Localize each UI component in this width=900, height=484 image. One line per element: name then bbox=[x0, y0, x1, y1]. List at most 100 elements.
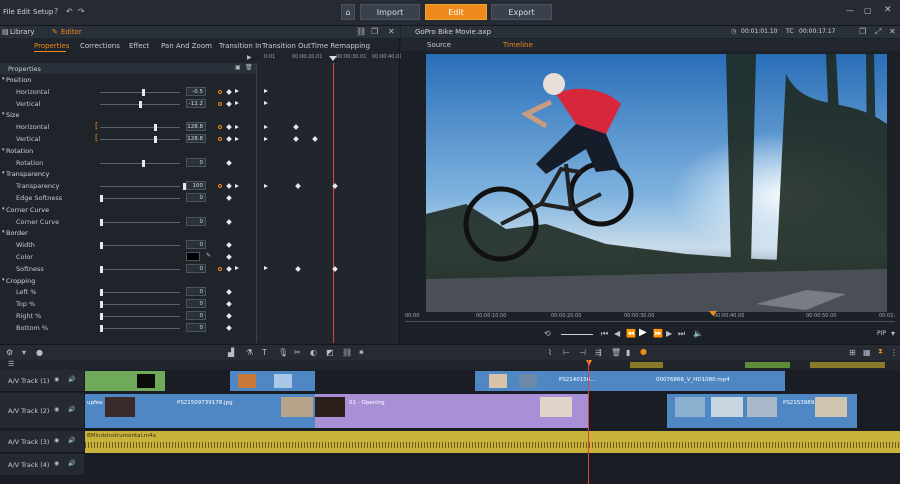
clip[interactable] bbox=[230, 371, 315, 391]
value-field[interactable]: -12.2 bbox=[186, 98, 206, 108]
timeline-playhead[interactable] bbox=[586, 360, 592, 366]
property-slider[interactable] bbox=[100, 100, 180, 108]
slider-knob[interactable] bbox=[142, 88, 145, 96]
property-slider[interactable] bbox=[100, 195, 180, 202]
trash-icon[interactable]: 🗑 bbox=[611, 348, 621, 357]
add-keyframe-icon[interactable] bbox=[226, 88, 232, 95]
property-category[interactable]: ▾ Position bbox=[0, 74, 256, 86]
clip[interactable]: 00076866_V_HD1080.mp4 bbox=[630, 371, 785, 391]
add-keyframe-icon[interactable] bbox=[226, 289, 232, 296]
clip[interactable]: upfee PS21509739178.jpg bbox=[85, 394, 315, 428]
value-field[interactable]: 128.8 bbox=[186, 134, 206, 143]
property-row[interactable]: Width 0 bbox=[0, 239, 256, 251]
keyframe-marker[interactable] bbox=[264, 89, 268, 94]
keyframe-marker[interactable] bbox=[264, 266, 268, 271]
playhead-marker[interactable] bbox=[329, 56, 337, 61]
next-keyframe-icon[interactable] bbox=[235, 136, 239, 141]
audio-mixer-icon[interactable]: ▟ bbox=[228, 348, 234, 357]
tab-import[interactable]: Import bbox=[360, 4, 420, 20]
copy-icon[interactable]: ❐ bbox=[859, 26, 866, 38]
property-row[interactable]: Horizontal -0.5 bbox=[0, 86, 268, 98]
timeline-ruler[interactable]: ☰ bbox=[0, 360, 900, 370]
property-row[interactable]: Horizontal 128.8 [ bbox=[0, 121, 299, 133]
volume-icon[interactable]: 🔈 bbox=[693, 329, 703, 338]
slider-knob[interactable] bbox=[100, 218, 103, 226]
keyframe-nav-icon[interactable] bbox=[218, 125, 222, 130]
keyframe-marker[interactable] bbox=[264, 183, 268, 188]
video-preview[interactable] bbox=[426, 54, 887, 312]
tab-edit[interactable]: Edit bbox=[425, 4, 487, 20]
add-keyframe-icon[interactable] bbox=[226, 324, 232, 331]
more-icon[interactable]: ⋮ bbox=[890, 348, 898, 357]
eyedropper-icon[interactable]: ✎ bbox=[206, 252, 211, 259]
value-field[interactable]: 0 bbox=[186, 263, 206, 273]
snap-icon[interactable]: ⊣ bbox=[579, 348, 586, 357]
redo-icon[interactable]: ↷ bbox=[78, 7, 85, 16]
chevron-down-icon[interactable]: ▾ bbox=[891, 329, 895, 338]
close-icon[interactable]: ✕ bbox=[884, 5, 892, 15]
keyframe-marker[interactable] bbox=[264, 124, 268, 129]
menu-setup[interactable]: Setup bbox=[33, 8, 53, 16]
property-row[interactable]: Vertical 128.8 [ bbox=[0, 133, 318, 145]
play-keyframes-icon[interactable]: ▶ bbox=[247, 54, 252, 61]
grid-icon[interactable]: ▦ bbox=[863, 348, 871, 357]
eye-icon[interactable]: ◉ bbox=[54, 460, 59, 467]
slider-knob[interactable] bbox=[100, 242, 103, 250]
preview-ruler[interactable]: 00:00 00:00:10.00 00:00:20.00 00:00:30.0… bbox=[401, 311, 900, 323]
property-slider[interactable] bbox=[100, 313, 180, 320]
restore-icon[interactable]: ▢ bbox=[864, 6, 872, 15]
record-icon[interactable]: ● bbox=[36, 348, 43, 357]
go-end-icon[interactable]: ⏭ bbox=[678, 329, 685, 339]
close-panel-icon[interactable]: ✕ bbox=[388, 26, 395, 38]
audio-clip[interactable]: BMindsInstrumental.m4a bbox=[85, 431, 900, 453]
slider-knob[interactable] bbox=[154, 124, 157, 132]
property-row[interactable]: Left % 0 bbox=[0, 286, 256, 298]
split-icon[interactable]: ✂ bbox=[294, 348, 301, 357]
property-category[interactable]: ▾ Transparency bbox=[0, 168, 256, 180]
keyframe-marker[interactable] bbox=[264, 101, 268, 106]
close-panel-icon[interactable]: ✕ bbox=[889, 26, 896, 38]
value-field[interactable]: 0 bbox=[186, 322, 206, 332]
property-row[interactable]: Bottom % 0 bbox=[0, 322, 256, 334]
settings-icon[interactable]: ✷ bbox=[358, 348, 365, 357]
value-field[interactable]: 0 bbox=[186, 193, 206, 202]
slider-knob[interactable] bbox=[142, 159, 145, 167]
next-keyframe-icon[interactable] bbox=[235, 266, 239, 271]
play-icon[interactable]: ▶ bbox=[639, 327, 647, 338]
track-list-icon[interactable]: ☰ bbox=[8, 360, 14, 368]
tab-library[interactable]: Library bbox=[10, 26, 34, 38]
tab-transition-out[interactable]: Transition Out bbox=[262, 42, 311, 50]
keyframe-marker[interactable] bbox=[295, 183, 301, 190]
property-row[interactable]: Right % 0 bbox=[0, 310, 256, 322]
property-row[interactable]: Corner Curve 0 bbox=[0, 216, 256, 228]
next-keyframe-icon[interactable] bbox=[235, 101, 239, 106]
trim-icon[interactable]: ⊢ bbox=[563, 348, 570, 357]
prev-frame-icon[interactable]: ◀ bbox=[614, 329, 620, 338]
shuttle-slider[interactable] bbox=[561, 334, 593, 335]
property-slider[interactable] bbox=[100, 289, 180, 297]
property-slider[interactable] bbox=[100, 124, 180, 132]
property-row[interactable]: Rotation 0 bbox=[0, 157, 256, 169]
minimize-icon[interactable]: — bbox=[846, 6, 854, 15]
add-keyframe-icon[interactable] bbox=[226, 195, 232, 201]
property-row[interactable]: Transparency 100 bbox=[0, 180, 338, 192]
help-icon[interactable]: ? bbox=[54, 7, 58, 16]
property-category[interactable]: ▾ Cropping bbox=[0, 275, 256, 287]
keyframe-nav-icon[interactable] bbox=[218, 101, 222, 106]
keyframe-marker[interactable] bbox=[264, 136, 268, 141]
value-field[interactable]: -0.5 bbox=[186, 86, 206, 96]
trash-icon[interactable]: 🗑 bbox=[245, 64, 253, 71]
link-bracket[interactable]: [ bbox=[95, 133, 98, 142]
speaker-icon[interactable]: 🔊 bbox=[68, 437, 75, 444]
chevron-down-icon[interactable]: ▾ bbox=[2, 206, 5, 212]
add-keyframe-icon[interactable] bbox=[226, 265, 232, 272]
add-keyframe-icon[interactable] bbox=[226, 124, 232, 131]
link-bracket[interactable]: [ bbox=[95, 121, 98, 130]
clip[interactable]: PS2140156... bbox=[475, 371, 630, 391]
next-keyframe-icon[interactable] bbox=[235, 89, 239, 94]
property-category[interactable]: ▾ Rotation bbox=[0, 145, 256, 157]
property-row[interactable]: Top % 0 bbox=[0, 298, 256, 310]
menu-file[interactable]: File bbox=[3, 8, 15, 16]
speaker-icon[interactable]: 🔊 bbox=[68, 376, 75, 383]
keyframe-nav-icon[interactable] bbox=[218, 184, 222, 189]
